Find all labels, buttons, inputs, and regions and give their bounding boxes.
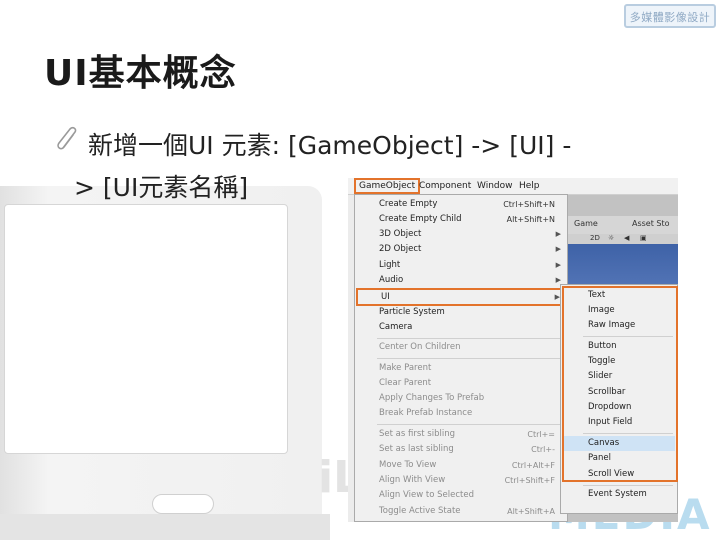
bullet-text-line1: 新增一個UI 元素: [GameObject] -> [UI] - bbox=[88, 131, 572, 160]
menu-item-label: Align View to Selected bbox=[379, 490, 474, 500]
paperclip-icon bbox=[57, 126, 77, 150]
menu-item-label: Create Empty bbox=[379, 199, 438, 209]
menu-item-shortcut: Ctrl+- bbox=[531, 445, 555, 454]
menu-item-label: Clear Parent bbox=[379, 378, 432, 388]
menu-item-label: Align With View bbox=[379, 475, 446, 485]
menu-item-2d-object[interactable]: 2D Object ▶ bbox=[359, 242, 565, 257]
menu-item-shortcut: Ctrl+Shift+F bbox=[504, 476, 555, 485]
menu-item-label: Center On Children bbox=[379, 342, 461, 352]
menu-item-label: Toggle Active State bbox=[379, 506, 461, 516]
menu-item-label: Camera bbox=[379, 322, 413, 332]
light-icon[interactable]: ☼ bbox=[608, 234, 614, 242]
menu-item-3d-object[interactable]: 3D Object ▶ bbox=[359, 227, 565, 242]
menu-item-label: Create Empty Child bbox=[379, 214, 462, 224]
menu-item-set-as-last-sibling[interactable]: Set as last sibling Ctrl+- bbox=[359, 442, 565, 457]
menu-separator bbox=[377, 358, 561, 359]
menu-item-particle-system[interactable]: Particle System bbox=[359, 305, 565, 320]
menu-component[interactable]: Component bbox=[416, 180, 474, 192]
submenu-arrow-icon: ▶ bbox=[555, 261, 561, 269]
tab-asset-store[interactable]: Asset Sto bbox=[632, 219, 670, 228]
menu-item-toggle-active-state[interactable]: Toggle Active State Alt+Shift+A bbox=[359, 504, 565, 519]
menu-item-move-to-view[interactable]: Move To View Ctrl+Alt+F bbox=[359, 458, 565, 473]
menu-window[interactable]: Window bbox=[474, 180, 516, 192]
frame-panel bbox=[4, 204, 288, 454]
menu-item-label: Move To View bbox=[379, 460, 437, 470]
menu-item-audio[interactable]: Audio ▶ bbox=[359, 273, 565, 288]
menu-item-create-empty-child[interactable]: Create Empty Child Alt+Shift+N bbox=[359, 212, 565, 227]
menu-separator bbox=[377, 338, 561, 339]
menu-item-shortcut: Ctrl+= bbox=[527, 430, 555, 439]
menu-item-label: Audio bbox=[379, 275, 404, 285]
menu-item-set-as-first-sibling[interactable]: Set as first sibling Ctrl+= bbox=[359, 427, 565, 442]
menu-item-create-empty[interactable]: Create Empty Ctrl+Shift+N bbox=[359, 197, 565, 212]
menu-item-ui[interactable]: UI ▶ bbox=[356, 288, 566, 306]
audio-icon[interactable]: ◀ bbox=[624, 234, 629, 242]
menu-item-label: Set as last sibling bbox=[379, 444, 454, 454]
menu-separator bbox=[377, 424, 561, 425]
menu-item-apply-changes-to-prefab[interactable]: Apply Changes To Prefab bbox=[359, 391, 565, 406]
unity-screenshot: Game Asset Sto 2D ☼ ◀ ▣ GameObject Compo… bbox=[348, 178, 678, 522]
menu-item-shortcut: Ctrl+Shift+N bbox=[503, 200, 555, 209]
menu-item-clear-parent[interactable]: Clear Parent bbox=[359, 376, 565, 391]
menu-item-label: Apply Changes To Prefab bbox=[379, 393, 485, 403]
effects-icon[interactable]: ▣ bbox=[640, 234, 647, 242]
publisher-logo: 多媒體影像設計 bbox=[624, 4, 716, 28]
menu-gameobject[interactable]: GameObject bbox=[354, 178, 421, 194]
editor-tabs: Game Asset Sto bbox=[568, 216, 678, 235]
menu-item-label: Break Prefab Instance bbox=[379, 408, 473, 418]
decorative-frame bbox=[0, 186, 322, 540]
frame-base bbox=[0, 514, 330, 540]
menu-item-light[interactable]: Light ▶ bbox=[359, 258, 565, 273]
menu-item-shortcut: Ctrl+Alt+F bbox=[511, 461, 555, 470]
menu-item-break-prefab-instance[interactable]: Break Prefab Instance bbox=[359, 406, 565, 421]
submenu-arrow-icon: ▶ bbox=[555, 245, 561, 253]
menu-help[interactable]: Help bbox=[516, 180, 543, 192]
menu-item-align-with-view[interactable]: Align With View Ctrl+Shift+F bbox=[359, 473, 565, 488]
frame-handle bbox=[152, 494, 214, 514]
submenu-arrow-icon: ▶ bbox=[555, 230, 561, 238]
scene-toolbar: 2D ☼ ◀ ▣ bbox=[568, 234, 678, 244]
menu-item-label: UI bbox=[381, 292, 390, 302]
menu-item-make-parent[interactable]: Make Parent bbox=[359, 361, 565, 376]
menubar: GameObject Component Window Help bbox=[348, 178, 678, 195]
menu-item-label: Light bbox=[379, 260, 401, 270]
menu-item-camera[interactable]: Camera bbox=[359, 320, 565, 335]
menu-item-label: Particle System bbox=[379, 307, 445, 317]
menu-item-label: Make Parent bbox=[379, 363, 432, 373]
menu-item-shortcut: Alt+Shift+A bbox=[507, 507, 555, 516]
submenu-item-event-system[interactable]: Event System bbox=[563, 487, 675, 502]
submenu-item-label: Event System bbox=[588, 489, 647, 499]
bullet-item: 新增一個UI 元素: [GameObject] -> [UI] - bbox=[54, 126, 694, 164]
slide-title: UI基本概念 bbox=[44, 53, 237, 94]
bullet-text-line2: > [UI元素名稱] bbox=[74, 173, 249, 202]
mode-2d-toggle[interactable]: 2D bbox=[590, 234, 600, 242]
menu-item-label: Set as first sibling bbox=[379, 429, 456, 439]
menu-separator bbox=[583, 485, 673, 486]
menu-item-label: 2D Object bbox=[379, 244, 422, 254]
gameobject-menu: Create Empty Ctrl+Shift+N Create Empty Ch… bbox=[354, 194, 568, 522]
submenu-highlight-box bbox=[562, 286, 678, 482]
menu-item-label: 3D Object bbox=[379, 229, 422, 239]
menu-item-align-view-to-selected[interactable]: Align View to Selected bbox=[359, 488, 565, 503]
tab-game[interactable]: Game bbox=[574, 219, 598, 228]
menu-item-center-on-children[interactable]: Center On Children bbox=[359, 340, 565, 355]
menu-item-shortcut: Alt+Shift+N bbox=[506, 215, 555, 224]
